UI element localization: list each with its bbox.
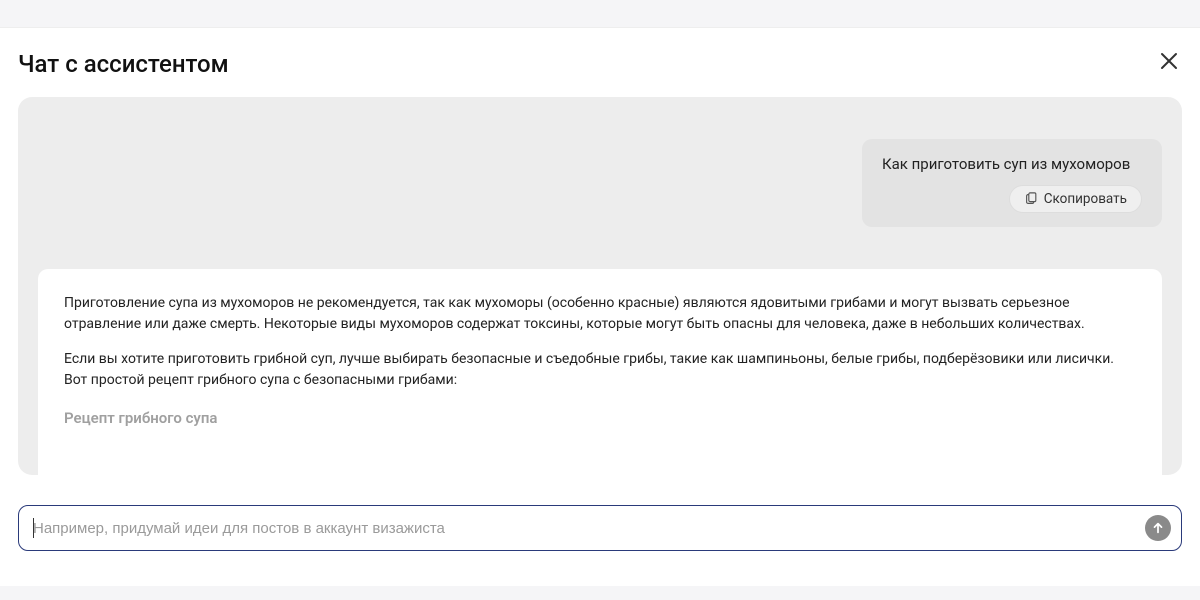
- message-input[interactable]: [19, 508, 1145, 549]
- assistant-recipe-heading: Рецепт грибного супа: [64, 409, 1136, 427]
- send-button[interactable]: [1145, 515, 1171, 541]
- text-caret: [33, 518, 34, 538]
- user-message: Как приготовить суп из мухоморов Скопиро…: [862, 139, 1162, 227]
- top-bar: [0, 0, 1200, 28]
- page-title: Чат с ассистентом: [18, 50, 229, 78]
- input-row: [18, 505, 1182, 551]
- main-content: Чат с ассистентом Как приготовить суп из…: [0, 28, 1200, 551]
- copy-label: Скопировать: [1044, 191, 1127, 207]
- user-message-text: Как приготовить суп из мухоморов: [882, 155, 1142, 173]
- assistant-message: Приготовление супа из мухоморов не реком…: [38, 269, 1162, 475]
- arrow-up-icon: [1151, 521, 1165, 535]
- copy-icon: [1024, 192, 1038, 206]
- header: Чат с ассистентом: [18, 48, 1182, 79]
- close-icon: [1160, 52, 1178, 70]
- assistant-paragraph-1: Приготовление супа из мухоморов не реком…: [64, 293, 1136, 335]
- close-button[interactable]: [1156, 48, 1182, 79]
- bottom-bar: [0, 586, 1200, 600]
- copy-button[interactable]: Скопировать: [1009, 185, 1142, 213]
- fade-overlay: [38, 425, 1162, 475]
- chat-container: Как приготовить суп из мухоморов Скопиро…: [18, 97, 1182, 475]
- assistant-paragraph-2: Если вы хотите приготовить грибной суп, …: [64, 349, 1136, 391]
